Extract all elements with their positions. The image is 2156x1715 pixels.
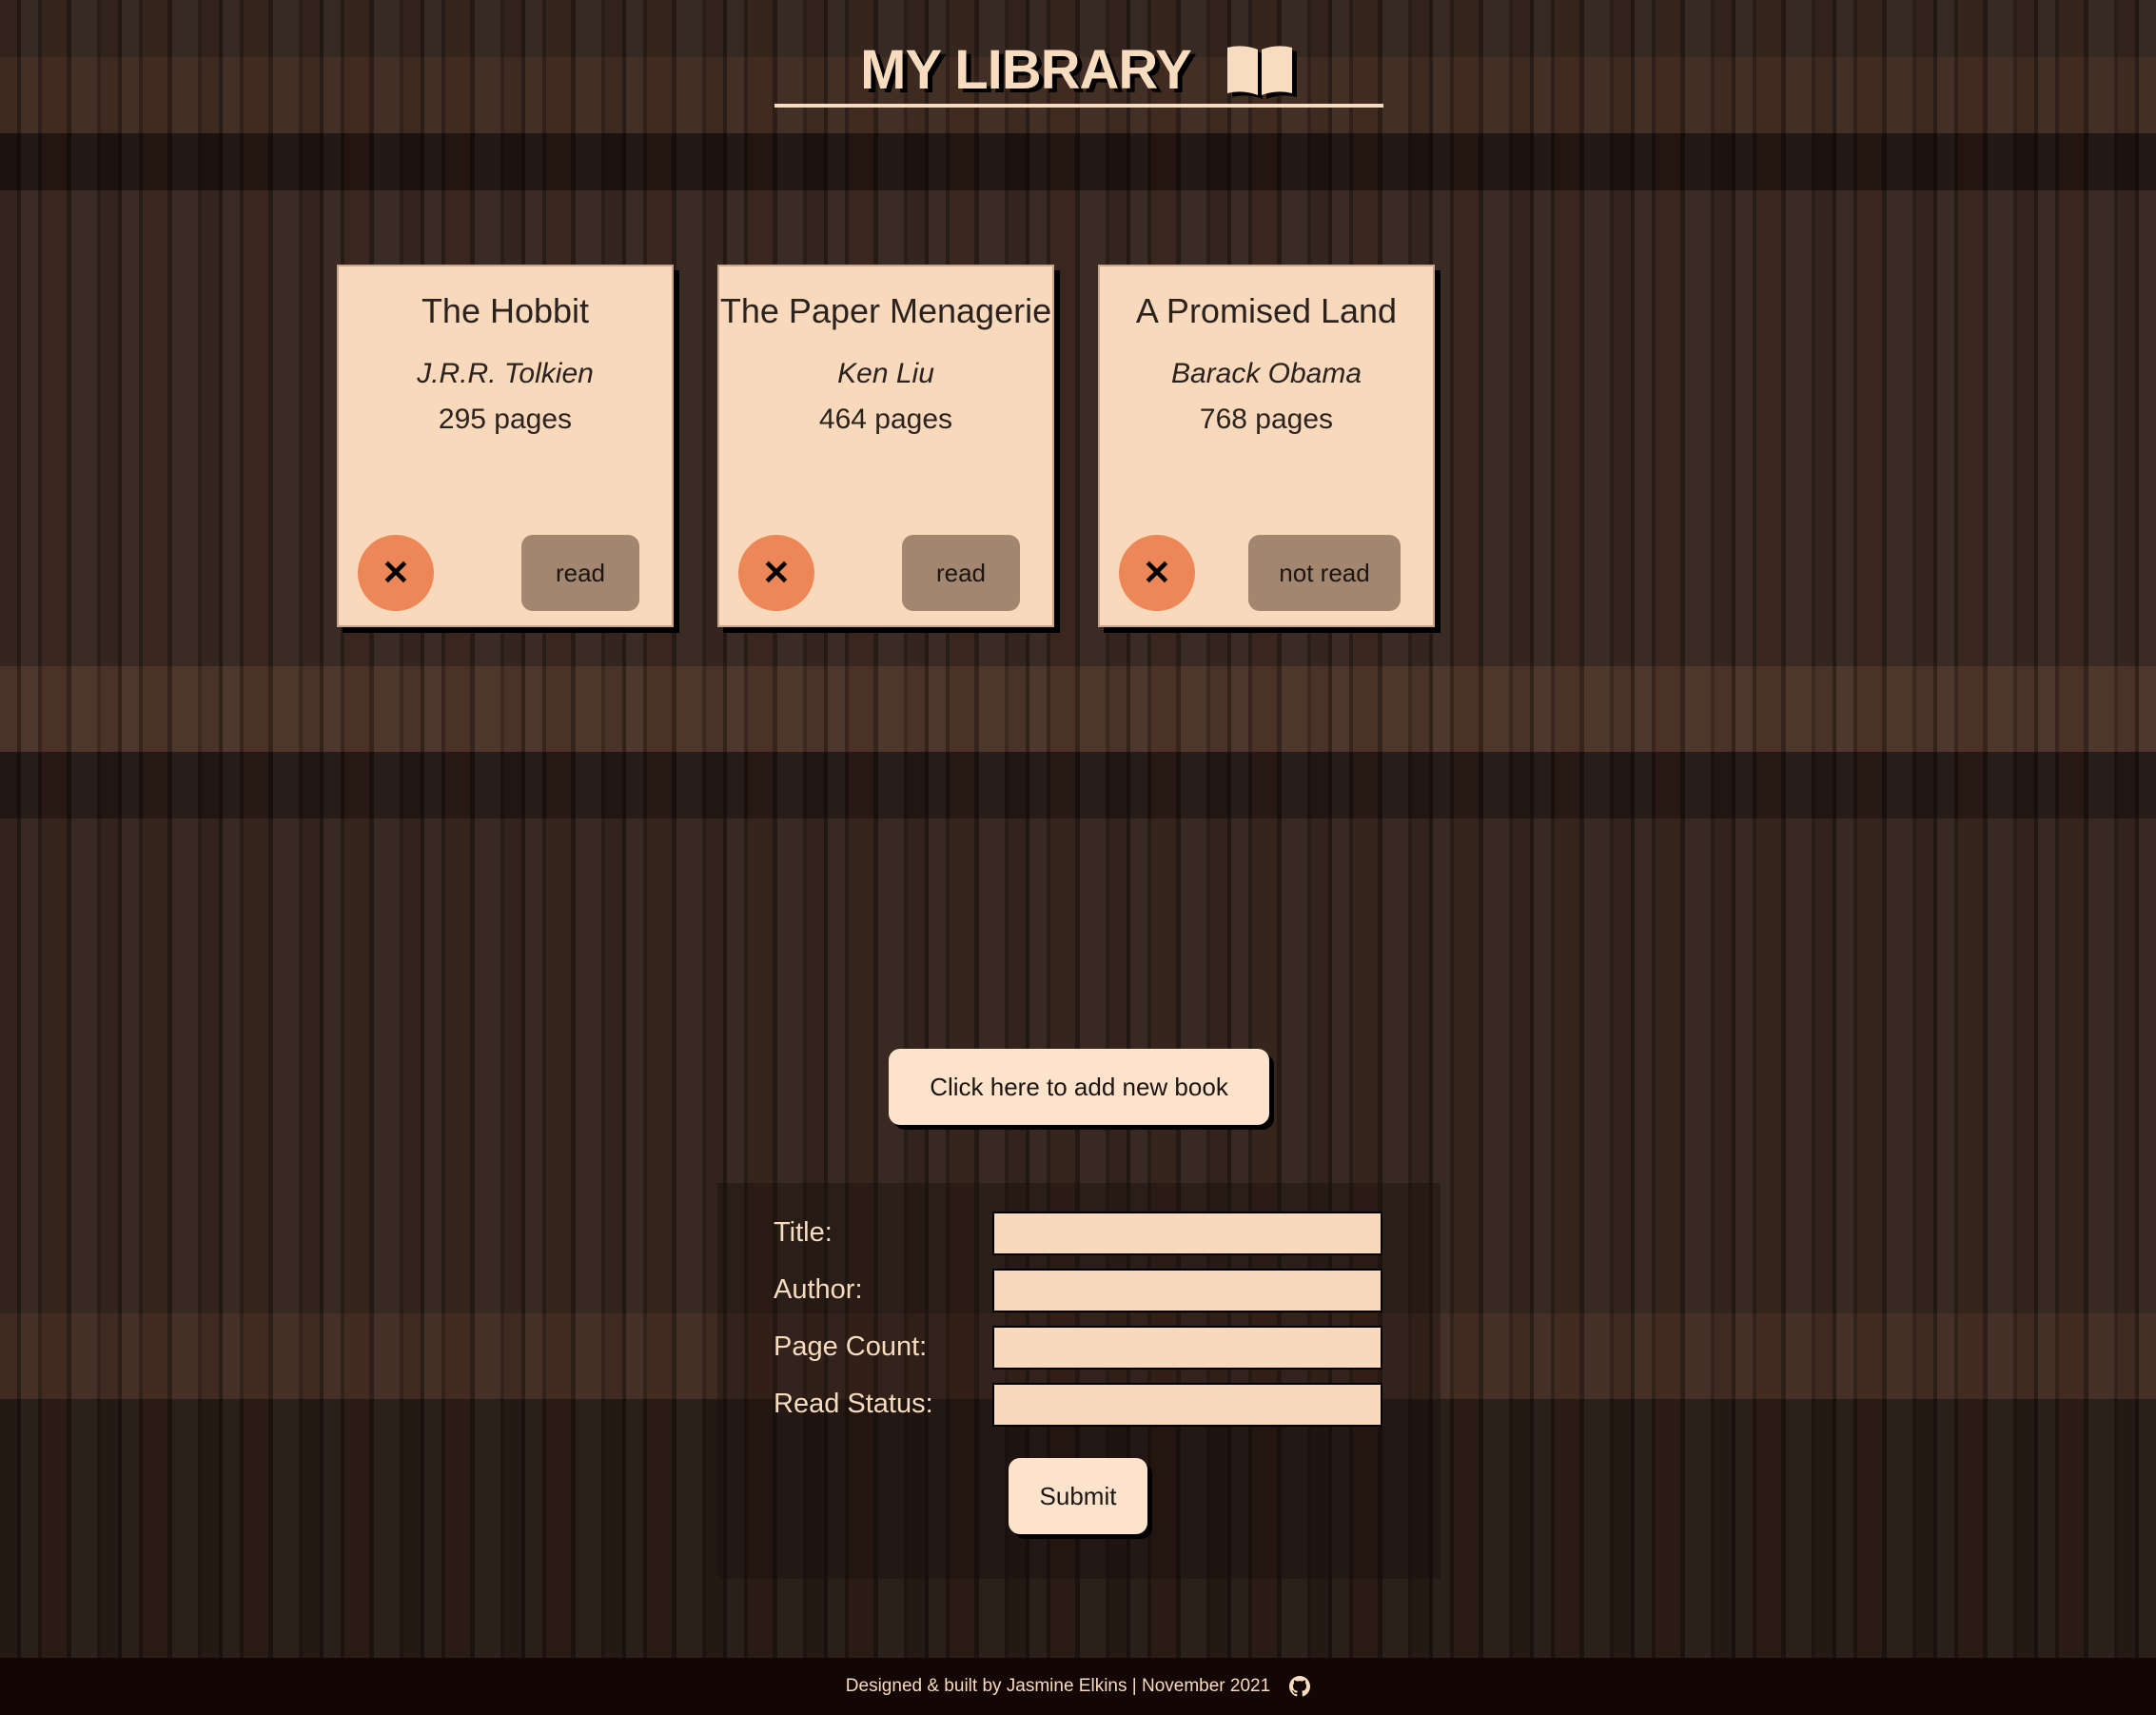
book-pages: 464 pages xyxy=(818,404,953,435)
title-label: Title: xyxy=(774,1217,833,1248)
form-row-pages: Page Count: xyxy=(774,1326,1382,1371)
title-input[interactable] xyxy=(992,1212,1382,1255)
page-header: MY LIBRARY xyxy=(0,38,2156,102)
close-icon: ✕ xyxy=(381,553,411,592)
book-author: J.R.R. Tolkien xyxy=(417,358,594,389)
title-divider xyxy=(774,104,1383,108)
form-row-author: Author: xyxy=(774,1269,1382,1314)
delete-book-button[interactable]: ✕ xyxy=(738,535,814,611)
github-icon[interactable] xyxy=(1289,1676,1311,1697)
submit-button[interactable]: Submit xyxy=(1009,1458,1147,1534)
form-row-title: Title: xyxy=(774,1212,1382,1257)
book-card: The Paper Menagerie Ken Liu 464 pages ✕ … xyxy=(717,265,1054,627)
book-pages: 295 pages xyxy=(438,404,573,435)
open-book-icon xyxy=(1226,45,1292,95)
book-card: A Promised Land Barack Obama 768 pages ✕… xyxy=(1098,265,1435,627)
book-pages: 768 pages xyxy=(1199,404,1334,435)
close-icon: ✕ xyxy=(1142,553,1172,592)
book-author: Ken Liu xyxy=(837,358,934,389)
read-status-button[interactable]: read xyxy=(902,535,1020,611)
read-status-button[interactable]: not read xyxy=(1248,535,1401,611)
book-author: Barack Obama xyxy=(1170,358,1362,389)
author-input[interactable] xyxy=(992,1269,1382,1312)
read-status-button[interactable]: read xyxy=(521,535,639,611)
read-status-input[interactable] xyxy=(992,1383,1382,1427)
form-row-status: Read Status: xyxy=(774,1383,1382,1429)
footer-credit: Designed & built by Jasmine Elkins | Nov… xyxy=(845,1676,1271,1696)
book-title: A Promised Land xyxy=(1135,291,1398,330)
read-status-label: Read Status: xyxy=(774,1389,933,1419)
book-title: The Hobbit xyxy=(421,291,590,330)
title-row: MY LIBRARY xyxy=(860,38,1296,102)
book-title: The Paper Menagerie xyxy=(719,291,1052,330)
page-count-input[interactable] xyxy=(992,1326,1382,1370)
close-icon: ✕ xyxy=(761,553,792,592)
add-book-button[interactable]: Click here to add new book xyxy=(889,1049,1269,1125)
page-title: MY LIBRARY xyxy=(860,39,1192,101)
page-count-label: Page Count: xyxy=(774,1331,928,1362)
delete-book-button[interactable]: ✕ xyxy=(1119,535,1195,611)
delete-book-button[interactable]: ✕ xyxy=(358,535,434,611)
footer: Designed & built by Jasmine Elkins | Nov… xyxy=(0,1658,2156,1715)
author-label: Author: xyxy=(774,1274,863,1305)
book-card: The Hobbit J.R.R. Tolkien 295 pages ✕ re… xyxy=(337,265,674,627)
